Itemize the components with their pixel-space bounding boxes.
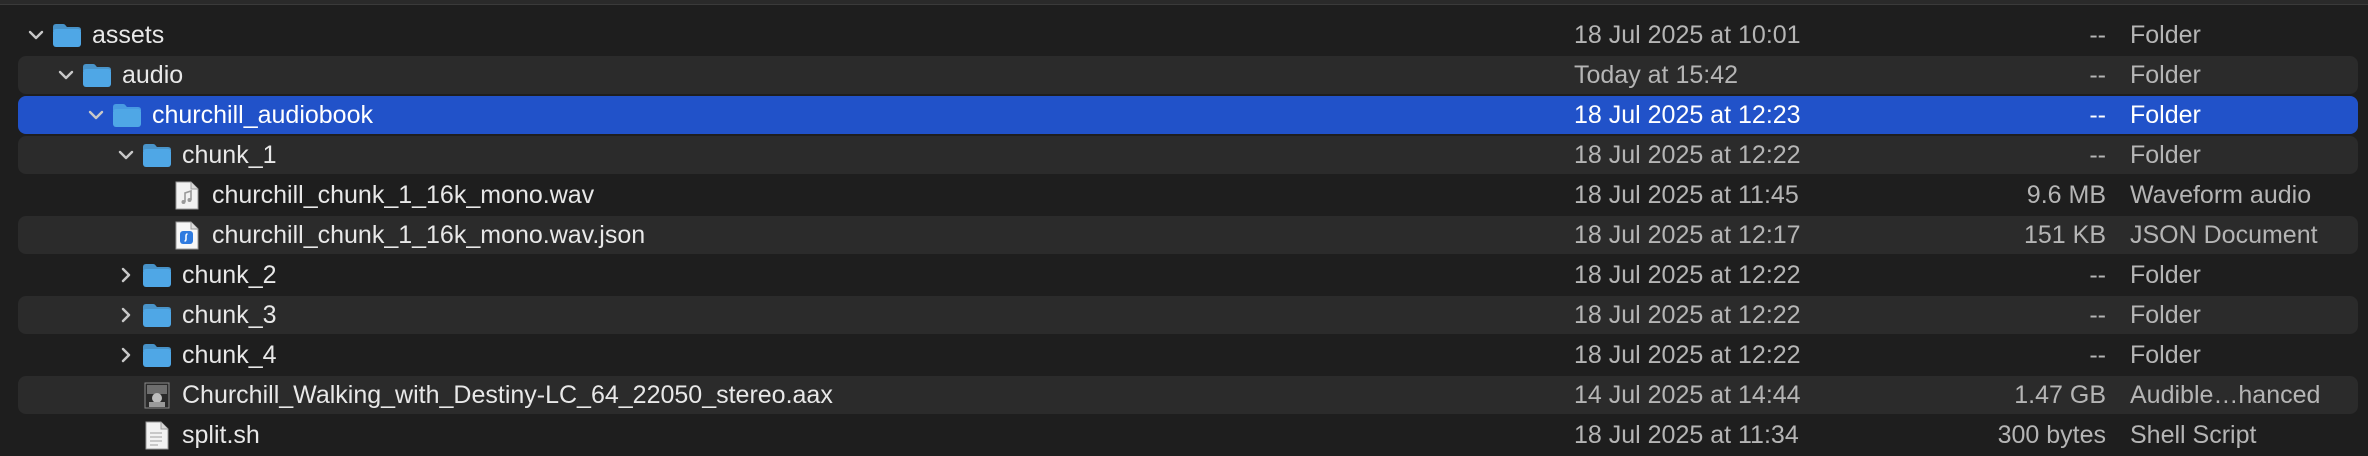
date-modified: 18 Jul 2025 at 10:01 (1574, 21, 1801, 49)
file-row-selected[interactable]: churchill_audiobook 18 Jul 2025 at 12:23 -… (18, 96, 2358, 134)
date-modified: 18 Jul 2025 at 12:22 (1574, 261, 1801, 289)
date-modified: 18 Jul 2025 at 11:45 (1574, 181, 1799, 209)
chevron-down-icon[interactable] (116, 145, 136, 165)
folder-icon (112, 102, 142, 128)
file-size: -- (2089, 141, 2106, 169)
audiobook-thumbnail-icon (144, 381, 170, 410)
header-divider (0, 0, 2368, 5)
file-kind: Waveform audio (2130, 181, 2312, 209)
chevron-right-icon[interactable] (116, 305, 136, 325)
file-kind: Folder (2130, 21, 2201, 49)
date-modified: 18 Jul 2025 at 12:23 (1574, 101, 1801, 129)
chevron-right-icon[interactable] (116, 345, 136, 365)
file-name: churchill_audiobook (152, 101, 373, 129)
file-size: 300 bytes (1997, 421, 2106, 449)
file-name: chunk_4 (182, 341, 277, 369)
file-kind: Folder (2130, 341, 2201, 369)
file-name: chunk_3 (182, 301, 277, 329)
file-size: -- (2089, 341, 2106, 369)
file-kind: Folder (2130, 61, 2201, 89)
file-row[interactable]: churchill_chunk_1_16k_mono.wav.json 18 Ju… (18, 216, 2358, 254)
file-row[interactable]: Churchill_Walking_with_Destiny-LC_64_220… (18, 376, 2358, 414)
file-kind: JSON Document (2130, 221, 2318, 249)
folder-icon (142, 342, 172, 368)
date-modified: 18 Jul 2025 at 12:22 (1574, 341, 1801, 369)
folder-icon (52, 22, 82, 48)
date-modified: Today at 15:42 (1574, 61, 1739, 89)
file-row[interactable]: split.sh 18 Jul 2025 at 11:34 300 bytes She… (18, 416, 2358, 454)
file-size: -- (2089, 101, 2106, 129)
folder-icon (142, 302, 172, 328)
file-kind: Folder (2130, 101, 2201, 129)
file-name: split.sh (182, 421, 260, 449)
file-size: -- (2089, 21, 2106, 49)
file-kind: Shell Script (2130, 421, 2257, 449)
date-modified: 18 Jul 2025 at 11:34 (1574, 421, 1799, 449)
date-modified: 14 Jul 2025 at 14:44 (1574, 381, 1801, 409)
audio-file-icon (174, 181, 200, 210)
file-name: churchill_chunk_1_16k_mono.wav.json (212, 221, 646, 249)
chevron-down-icon[interactable] (26, 25, 46, 45)
file-row[interactable]: chunk_3 18 Jul 2025 at 12:22 -- Folder (18, 296, 2358, 334)
shell-script-file-icon (144, 421, 170, 450)
folder-icon (142, 262, 172, 288)
json-file-icon (174, 221, 200, 250)
file-size: -- (2089, 301, 2106, 329)
file-kind: Folder (2130, 301, 2201, 329)
file-size: 151 KB (2023, 221, 2106, 249)
file-name: Churchill_Walking_with_Destiny-LC_64_220… (182, 381, 833, 409)
file-row[interactable]: assets 18 Jul 2025 at 10:01 -- Folder (18, 16, 2358, 54)
file-size: -- (2089, 261, 2106, 289)
file-size: 9.6 MB (2026, 181, 2106, 209)
file-kind: Folder (2130, 261, 2201, 289)
file-row[interactable]: audio Today at 15:42 -- Folder (18, 56, 2358, 94)
file-size: -- (2089, 61, 2106, 89)
file-row[interactable]: chunk_1 18 Jul 2025 at 12:22 -- Folder (18, 136, 2358, 174)
file-name: chunk_1 (182, 141, 277, 169)
chevron-down-icon[interactable] (56, 65, 76, 85)
file-kind: Audible…hanced (2130, 381, 2321, 409)
date-modified: 18 Jul 2025 at 12:22 (1574, 141, 1801, 169)
chevron-down-icon[interactable] (86, 105, 106, 125)
file-name: chunk_2 (182, 261, 277, 289)
file-kind: Folder (2130, 141, 2201, 169)
folder-icon (142, 142, 172, 168)
file-name: assets (92, 21, 165, 49)
file-name: audio (122, 61, 184, 89)
date-modified: 18 Jul 2025 at 12:22 (1574, 301, 1801, 329)
file-row[interactable]: churchill_chunk_1_16k_mono.wav 18 Jul 202… (18, 176, 2358, 214)
file-name: churchill_chunk_1_16k_mono.wav (212, 181, 595, 209)
folder-icon (82, 62, 112, 88)
date-modified: 18 Jul 2025 at 12:17 (1574, 221, 1801, 249)
file-row[interactable]: chunk_2 18 Jul 2025 at 12:22 -- Folder (18, 256, 2358, 294)
file-row[interactable]: chunk_4 18 Jul 2025 at 12:22 -- Folder (18, 336, 2358, 374)
file-size: 1.47 GB (2014, 381, 2106, 409)
chevron-right-icon[interactable] (116, 265, 136, 285)
